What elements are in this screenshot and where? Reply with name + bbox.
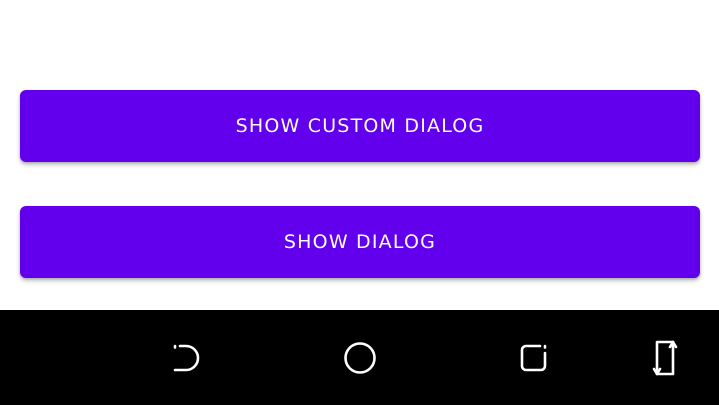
rotate-icon: [652, 340, 678, 376]
main-content: Show Custom Dialog Show Dialog: [0, 0, 719, 310]
show-dialog-button[interactable]: Show Dialog: [20, 206, 700, 278]
rotate-button[interactable]: [645, 338, 685, 378]
back-icon: [173, 344, 200, 372]
navigation-bar: [0, 310, 719, 405]
show-custom-dialog-button[interactable]: Show Custom Dialog: [20, 90, 700, 162]
recents-icon: [520, 344, 547, 372]
app-screen: Show Custom Dialog Show Dialog: [0, 0, 719, 405]
home-icon: [344, 342, 376, 374]
home-button[interactable]: [340, 338, 380, 378]
recents-button[interactable]: [514, 338, 554, 378]
back-button[interactable]: [166, 338, 206, 378]
